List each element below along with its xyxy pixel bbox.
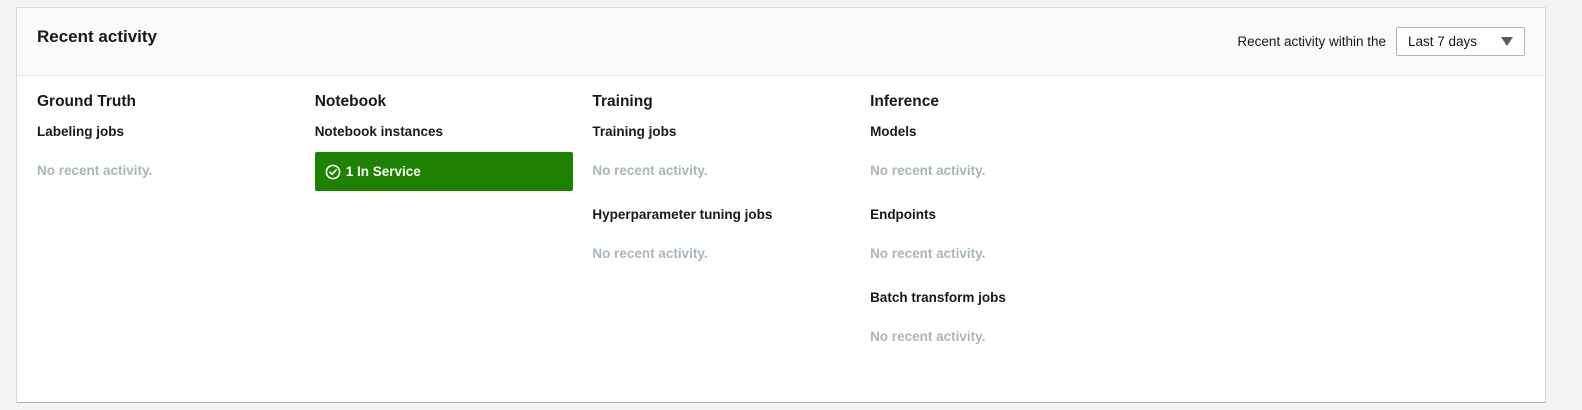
time-range-label: Recent activity within the: [1237, 34, 1386, 49]
panel-title: Recent activity: [37, 27, 157, 46]
section-hyperparameter-tuning-jobs: Hyperparameter tuning jobs No recent act…: [592, 206, 870, 262]
time-range-value: Last 7 days: [1408, 34, 1478, 49]
section-notebook-instances: Notebook instances 1 In Service: [314, 123, 593, 191]
empty-state: No recent activity.: [870, 163, 986, 178]
empty-state: No recent activity.: [870, 246, 986, 261]
section-title: Endpoints: [870, 207, 937, 222]
column-notebook: Notebook Notebook instances 1 In Service: [314, 92, 593, 345]
section-title: Labeling jobs: [37, 124, 125, 139]
empty-state: No recent activity.: [37, 163, 153, 178]
column-title: Training: [592, 93, 653, 110]
section-endpoints: Endpoints No recent activity.: [870, 206, 1148, 262]
section-batch-transform-jobs: Batch transform jobs No recent activity.: [870, 289, 1148, 345]
section-training-jobs: Training jobs No recent activity.: [592, 123, 870, 179]
in-service-status-bar[interactable]: 1 In Service: [314, 152, 573, 191]
check-circle-icon: [325, 164, 341, 179]
caret-down-icon: [1501, 37, 1513, 46]
column-title: Notebook: [314, 93, 387, 110]
column-training: Training Training jobs No recent activit…: [592, 92, 870, 345]
time-range-select[interactable]: Last 7 days: [1396, 27, 1525, 56]
section-models: Models No recent activity.: [870, 123, 1148, 179]
activity-columns: Ground Truth Labeling jobs No recent act…: [37, 92, 1148, 345]
empty-state: No recent activity.: [870, 329, 986, 344]
column-ground-truth: Ground Truth Labeling jobs No recent act…: [37, 92, 315, 345]
section-title: Batch transform jobs: [870, 290, 1006, 305]
column-inference: Inference Models No recent activity. End…: [870, 92, 1148, 345]
panel-header: Recent activity Recent activity within t…: [17, 8, 1545, 76]
recent-activity-panel: Recent activity Recent activity within t…: [16, 7, 1546, 403]
status-text: 1 In Service: [345, 164, 421, 179]
section-title: Hyperparameter tuning jobs: [592, 207, 773, 222]
section-title: Models: [870, 124, 917, 139]
empty-state: No recent activity.: [592, 163, 708, 178]
column-title: Inference: [870, 93, 939, 110]
section-title: Notebook instances: [314, 124, 443, 139]
time-range-control: Recent activity within the Last 7 days: [1237, 27, 1525, 56]
section-title: Training jobs: [592, 124, 677, 139]
section-labeling-jobs: Labeling jobs No recent activity.: [37, 123, 315, 179]
column-title: Ground Truth: [37, 93, 137, 110]
empty-state: No recent activity.: [592, 246, 708, 261]
